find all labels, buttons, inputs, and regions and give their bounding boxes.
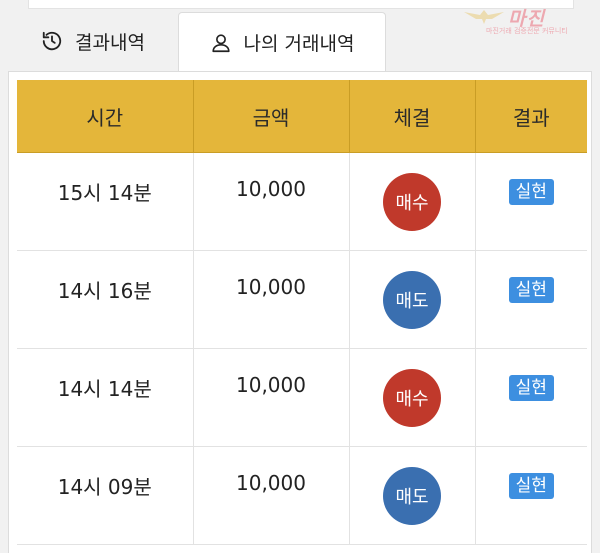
amount-cell: 10,000	[236, 275, 306, 299]
buy-badge: 매수	[383, 369, 441, 427]
column-header-time: 시간	[17, 80, 194, 153]
column-header-result: 결과	[475, 80, 587, 153]
table-row: 14시 09분 10,000 매도 실현	[17, 446, 587, 545]
time-cell: 14시 14분	[57, 377, 152, 401]
amount-cell: 10,000	[236, 177, 306, 201]
tab-my-trades[interactable]: 나의 거래내역	[178, 12, 386, 72]
tab-results-history[interactable]: 결과내역	[8, 12, 178, 70]
history-icon	[41, 30, 63, 52]
result-badge: 실현	[508, 179, 554, 205]
sell-badge: 매도	[383, 271, 441, 329]
trade-history-table: 시간 금액 체결 결과 15시 14분 10,000 매수 실현 14시 16분…	[17, 80, 587, 545]
tab-results-label: 결과내역	[75, 31, 145, 54]
time-cell: 15시 14분	[57, 181, 152, 205]
tab-bar: 결과내역 나의 거래내역	[8, 12, 592, 72]
column-header-execution: 체결	[349, 80, 476, 153]
column-header-amount: 금액	[193, 80, 350, 153]
result-badge: 실현	[508, 277, 554, 303]
amount-cell: 10,000	[236, 373, 306, 397]
result-badge: 실현	[508, 473, 554, 499]
time-cell: 14시 16분	[57, 279, 152, 303]
tab-my-trades-label: 나의 거래내역	[243, 33, 355, 55]
user-icon	[210, 32, 232, 54]
sell-badge: 매도	[383, 467, 441, 525]
result-badge: 실현	[508, 375, 554, 401]
trade-history-panel: 시간 금액 체결 결과 15시 14분 10,000 매수 실현 14시 16분…	[8, 71, 592, 553]
table-row: 15시 14분 10,000 매수 실현	[17, 152, 587, 251]
amount-cell: 10,000	[236, 471, 306, 495]
table-header-row: 시간 금액 체결 결과	[17, 80, 587, 153]
time-cell: 14시 09분	[57, 475, 152, 499]
buy-badge: 매수	[383, 173, 441, 231]
table-row: 14시 16분 10,000 매도 실현	[17, 250, 587, 349]
table-row: 14시 14분 10,000 매수 실현	[17, 348, 587, 447]
